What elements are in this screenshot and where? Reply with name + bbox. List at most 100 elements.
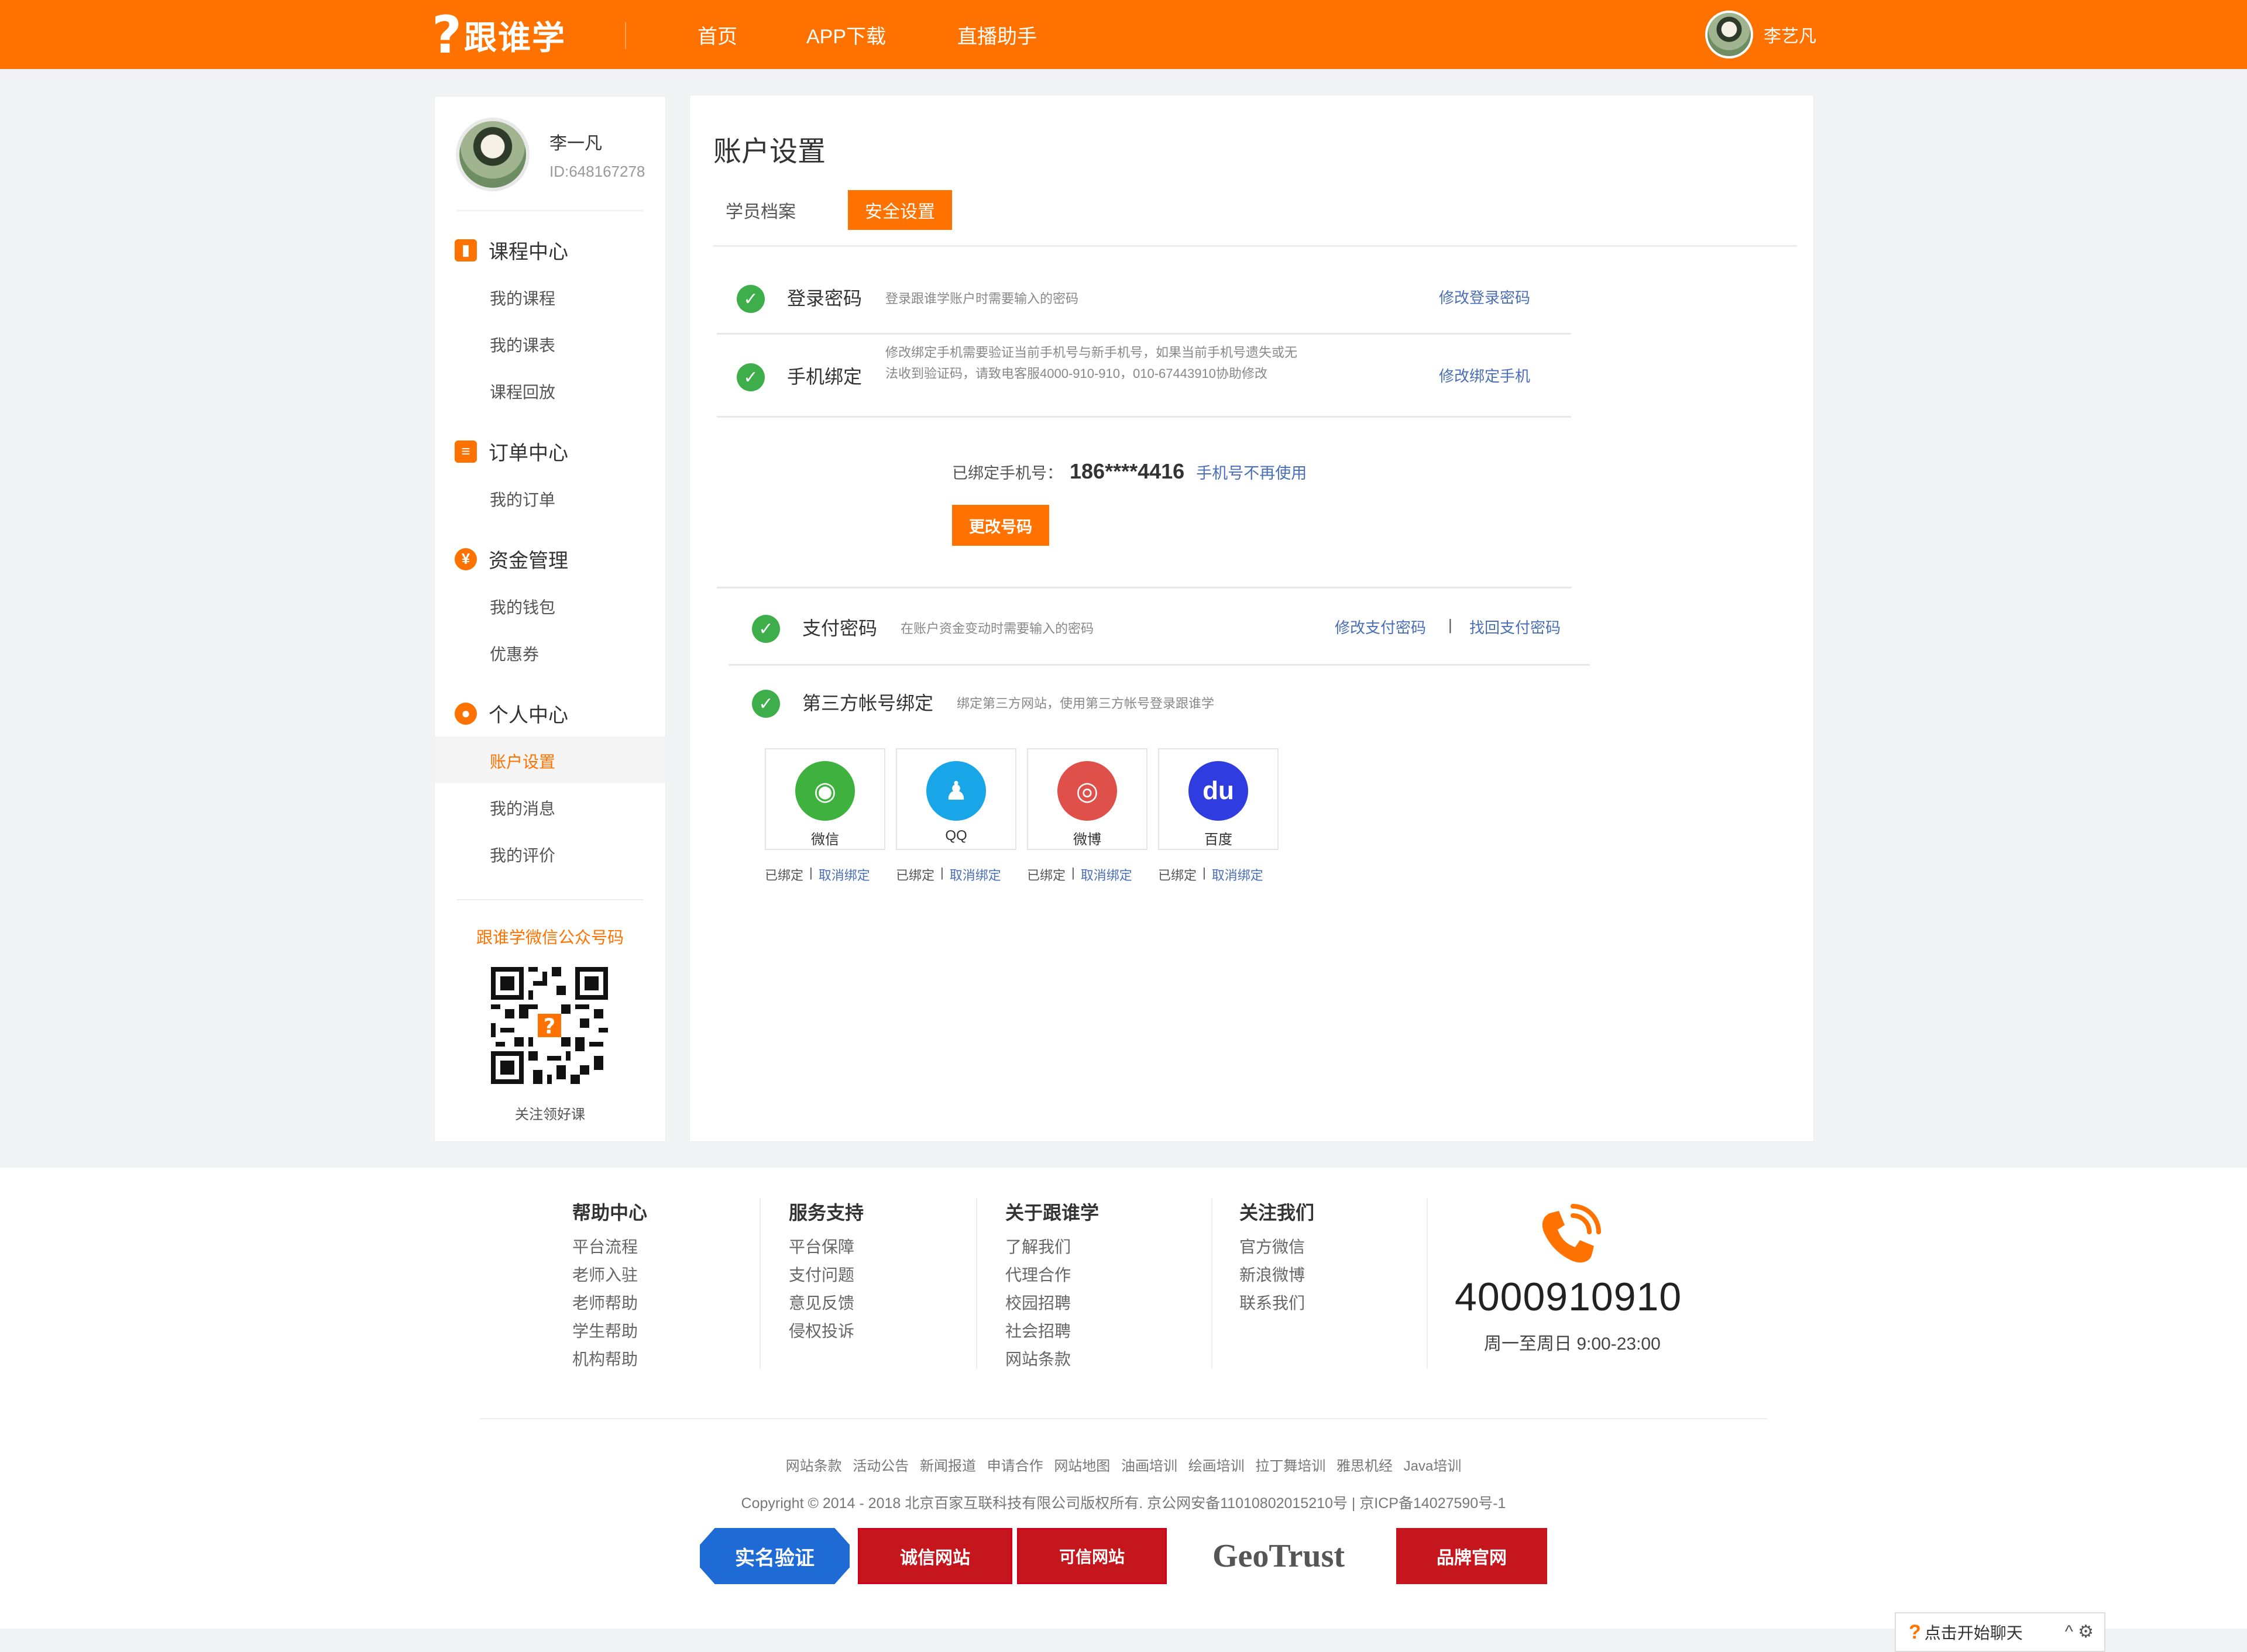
footer-bottom-link[interactable]: 网站地图 xyxy=(1054,1458,1110,1474)
footer-link[interactable]: 代理合作 xyxy=(1005,1261,1099,1289)
footer-bottom-link[interactable]: 申请合作 xyxy=(987,1458,1043,1474)
footer-col-help: 帮助中心 平台流程 老师入驻 老师帮助 学生帮助 机构帮助 xyxy=(572,1198,647,1374)
badge-geotrust[interactable]: GeoTrust xyxy=(1173,1528,1384,1584)
user-icon: ● xyxy=(455,702,477,725)
footer-bottom-link[interactable]: 绘画培训 xyxy=(1188,1458,1245,1474)
header-user-menu[interactable]: 李艺凡 xyxy=(1705,11,1816,58)
badge-real-name-verified[interactable]: 实名验证 xyxy=(700,1528,850,1584)
phone-binding-label: 手机绑定 xyxy=(787,366,863,387)
sidebar-item-wallet[interactable]: 我的钱包 xyxy=(490,595,555,618)
recover-pay-password-link[interactable]: 找回支付密码 xyxy=(1469,616,1561,638)
social-label: 百度 xyxy=(1204,832,1232,848)
sidebar-item-my-courses[interactable]: 我的课程 xyxy=(490,286,555,309)
footer-divider-horizontal xyxy=(480,1418,1767,1419)
footer-bottom-link[interactable]: 网站条款 xyxy=(786,1458,842,1474)
yuan-icon: ¥ xyxy=(455,548,477,570)
avatar[interactable] xyxy=(456,118,530,191)
chat-controls[interactable]: ^ ⚙ xyxy=(2065,1622,2094,1642)
unbind-qq-link[interactable]: 取消绑定 xyxy=(950,865,1001,884)
social-card-weibo[interactable]: ◎ 微博 xyxy=(1027,748,1147,850)
unbind-baidu-link[interactable]: 取消绑定 xyxy=(1212,865,1263,884)
copyright: Copyright © 2014 - 2018 北京百家互联科技有限公司版权所有… xyxy=(741,1495,1506,1512)
sidebar-item-my-schedule[interactable]: 我的课表 xyxy=(490,333,555,356)
footer-link[interactable]: 网站条款 xyxy=(1005,1345,1099,1374)
badge-credible-site[interactable]: 可信网站 xyxy=(1017,1528,1167,1584)
footer-divider xyxy=(1211,1198,1212,1369)
chat-label[interactable]: 点击开始聊天 xyxy=(1925,1620,2023,1644)
check-icon: ✓ xyxy=(752,615,780,643)
sidebar-item-my-orders[interactable]: 我的订单 xyxy=(490,487,555,511)
footer-link[interactable]: 老师入驻 xyxy=(572,1261,647,1289)
sidebar-divider xyxy=(457,210,643,211)
footer-link[interactable]: 平台保障 xyxy=(789,1233,864,1261)
social-card-wechat[interactable]: ◉ 微信 xyxy=(765,748,885,850)
footer-link[interactable]: 新浪微博 xyxy=(1239,1261,1314,1289)
social-card-baidu[interactable]: du 百度 xyxy=(1158,748,1279,850)
row-divider xyxy=(729,664,1590,666)
footer-bottom-link[interactable]: 油画培训 xyxy=(1121,1458,1177,1474)
main-panel: 账户设置 学员档案 安全设置 ✓ 登录密码 登录跟谁学账户时需要输入的密码 修改… xyxy=(689,95,1814,1142)
footer-link[interactable]: 社会招聘 xyxy=(1005,1317,1099,1345)
modify-bound-phone-link[interactable]: 修改绑定手机 xyxy=(1439,364,1530,386)
site-logo[interactable]: ? 跟谁学 xyxy=(432,9,566,61)
wechat-qr-code: ? xyxy=(491,967,608,1084)
footer-link[interactable]: 学生帮助 xyxy=(572,1317,647,1345)
footer-bottom-link[interactable]: 新闻报道 xyxy=(920,1458,976,1474)
footer-link[interactable]: 老师帮助 xyxy=(572,1289,647,1317)
sidebar-item-messages[interactable]: 我的消息 xyxy=(490,796,555,820)
nav-live-assistant[interactable]: 直播助手 xyxy=(957,0,1037,69)
phone-binding-desc: 修改绑定手机需要验证当前手机号与新手机号，如果当前手机号遗失或无法收到验证码，请… xyxy=(885,345,1298,381)
order-icon: ≡ xyxy=(455,440,477,463)
nav-home[interactable]: 首页 xyxy=(698,0,737,69)
sidebar-item-account-settings-label[interactable]: 账户设置 xyxy=(490,749,555,773)
chat-widget[interactable]: ? 点击开始聊天 ^ ⚙ xyxy=(1895,1612,2105,1652)
nav-app-download[interactable]: APP下载 xyxy=(806,0,886,69)
footer-bottom-link[interactable]: 雅思机经 xyxy=(1336,1458,1393,1474)
sidebar-item-reviews[interactable]: 我的评价 xyxy=(490,843,555,866)
badge-brand-official[interactable]: 品牌官网 xyxy=(1396,1528,1547,1584)
footer-link[interactable]: 官方微信 xyxy=(1239,1233,1314,1261)
footer-bottom-link[interactable]: Java培训 xyxy=(1404,1458,1462,1474)
unbind-wechat-link[interactable]: 取消绑定 xyxy=(819,865,870,884)
footer-col-title: 关注我们 xyxy=(1239,1202,1315,1223)
footer-link[interactable]: 意见反馈 xyxy=(789,1289,864,1317)
modify-login-password-link[interactable]: 修改登录密码 xyxy=(1439,286,1530,308)
sidebar-item-coupons[interactable]: 优惠券 xyxy=(490,642,539,665)
footer-link[interactable]: 机构帮助 xyxy=(572,1345,647,1374)
weibo-bind-status: 已绑定 | 取消绑定 xyxy=(1027,865,1132,884)
unbind-weibo-link[interactable]: 取消绑定 xyxy=(1081,865,1132,884)
qr-caption: 关注领好课 xyxy=(515,1107,585,1123)
tab-student-profile[interactable]: 学员档案 xyxy=(717,190,805,230)
footer: 帮助中心 平台流程 老师入驻 老师帮助 学生帮助 机构帮助 服务支持 平台保障 … xyxy=(0,1168,2247,1629)
footer-link[interactable]: 联系我们 xyxy=(1239,1289,1314,1317)
footer-link[interactable]: 支付问题 xyxy=(789,1261,864,1289)
login-password-label: 登录密码 xyxy=(787,288,863,309)
footer-bottom-link[interactable]: 拉丁舞培训 xyxy=(1255,1458,1325,1474)
footer-link[interactable]: 侵权投诉 xyxy=(789,1317,864,1345)
change-number-button[interactable]: 更改号码 xyxy=(952,505,1049,546)
modify-pay-password-link[interactable]: 修改支付密码 xyxy=(1335,616,1426,638)
top-navbar: ? 跟谁学 首页 APP下载 直播助手 李艺凡 xyxy=(0,0,2247,69)
third-party-label: 第三方帐号绑定 xyxy=(802,693,934,714)
footer-divider xyxy=(976,1198,977,1369)
tab-security-settings[interactable]: 安全设置 xyxy=(848,190,952,230)
svg-text:?: ? xyxy=(544,1015,555,1039)
wechat-bind-status: 已绑定 | 取消绑定 xyxy=(765,865,870,884)
footer-link[interactable]: 校园招聘 xyxy=(1005,1289,1099,1317)
logo-divider xyxy=(625,22,626,49)
chat-question-icon: ? xyxy=(1909,1620,1921,1643)
check-icon: ✓ xyxy=(752,690,780,718)
footer-link[interactable]: 了解我们 xyxy=(1005,1233,1099,1261)
footer-bottom-link[interactable]: 活动公告 xyxy=(853,1458,909,1474)
qr-title: 跟谁学微信公众号码 xyxy=(476,928,624,947)
sidebar-group-label: 个人中心 xyxy=(489,704,568,727)
phone-not-in-use-link[interactable]: 手机号不再使用 xyxy=(1196,460,1307,483)
footer-col-title: 关于跟谁学 xyxy=(1005,1202,1100,1223)
sidebar-item-course-replay[interactable]: 课程回放 xyxy=(490,380,555,403)
footer-link[interactable]: 平台流程 xyxy=(572,1233,647,1261)
sidebar-group-course: ▮ 课程中心 xyxy=(455,236,568,264)
social-card-qq[interactable]: ♟ QQ xyxy=(896,748,1016,850)
bound-phone-info: 已绑定手机号： 186****4416 手机号不再使用 xyxy=(952,459,1307,484)
badge-trusted-site[interactable]: 诚信网站 xyxy=(858,1528,1012,1584)
baidu-bind-status: 已绑定 | 取消绑定 xyxy=(1158,865,1263,884)
